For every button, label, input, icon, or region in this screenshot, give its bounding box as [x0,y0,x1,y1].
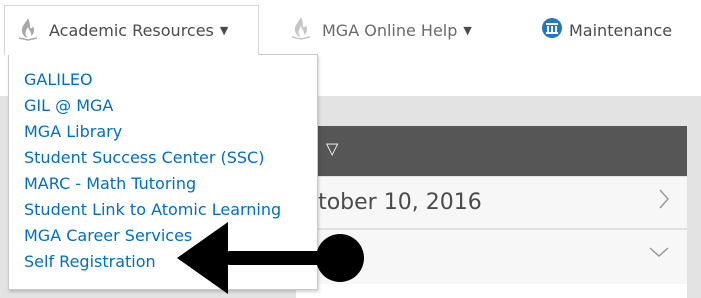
chevron-right-icon[interactable] [657,187,671,215]
dropdown-item-career-services[interactable]: MGA Career Services [9,223,317,249]
dropdown-item-atomic-learning[interactable]: Student Link to Atomic Learning [9,197,317,223]
globe-icon [541,17,563,43]
caret-down-icon: ▼ [219,24,229,37]
flame-icon [290,16,312,44]
academic-resources-dropdown: GALILEO GIL @ MGA MGA Library Student Su… [8,54,318,290]
widget-row-events[interactable]: ts [296,230,687,284]
widget-row-blank [296,284,687,298]
caret-down-icon: ▼ [463,23,472,37]
mga-online-help-menu[interactable]: MGA Online Help ▼ [290,5,472,55]
dropdown-item-student-success-center[interactable]: Student Success Center (SSC) [9,145,317,171]
mga-online-help-label: MGA Online Help [322,20,458,40]
date-text: ctober 10, 2016 [306,190,482,215]
maintenance-link[interactable]: Maintenance [541,5,672,55]
triangle-down-icon[interactable]: ▽ [326,139,338,158]
flame-icon [17,17,39,45]
top-navbar: Academic Resources ▼ MGA Online Help ▼ M… [0,0,701,62]
chevron-down-icon[interactable] [647,244,671,263]
dropdown-item-galileo[interactable]: GALILEO [9,67,317,93]
dropdown-item-self-registration[interactable]: Self Registration [9,249,317,275]
academic-resources-menu[interactable]: Academic Resources ▼ [4,5,259,55]
widget-row-date[interactable]: ctober 10, 2016 [296,177,687,229]
widget-header: ▽ [296,126,687,176]
dropdown-item-marc-math-tutoring[interactable]: MARC - Math Tutoring [9,171,317,197]
maintenance-label: Maintenance [569,20,673,40]
dropdown-item-mga-library[interactable]: MGA Library [9,119,317,145]
academic-resources-label: Academic Resources [49,21,214,40]
dropdown-item-gil-mga[interactable]: GIL @ MGA [9,93,317,119]
